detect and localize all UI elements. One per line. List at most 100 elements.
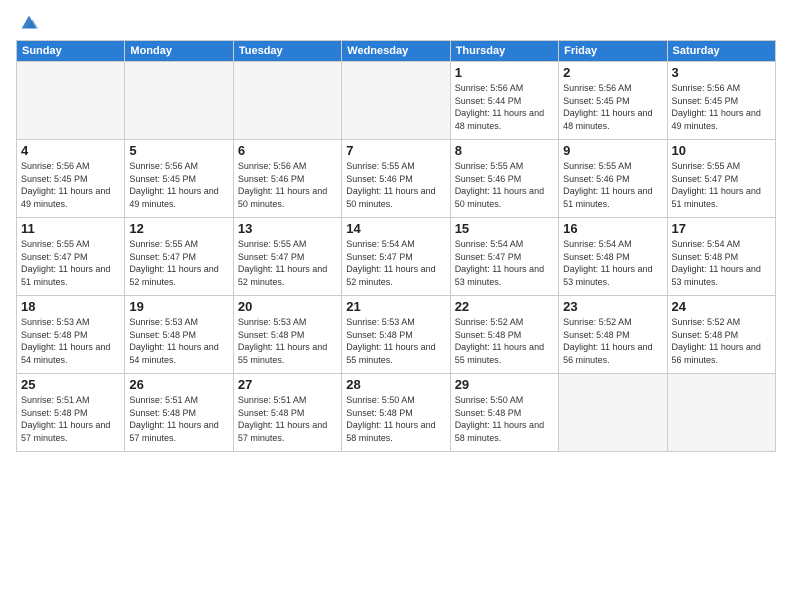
- day-number: 25: [21, 377, 120, 392]
- calendar-cell: 19 Sunrise: 5:53 AMSunset: 5:48 PMDayligh…: [125, 296, 233, 374]
- day-info: Sunrise: 5:52 AMSunset: 5:48 PMDaylight:…: [672, 316, 771, 366]
- day-info: Sunrise: 5:53 AMSunset: 5:48 PMDaylight:…: [238, 316, 337, 366]
- day-number: 14: [346, 221, 445, 236]
- day-info: Sunrise: 5:56 AMSunset: 5:45 PMDaylight:…: [129, 160, 228, 210]
- calendar-cell: 20 Sunrise: 5:53 AMSunset: 5:48 PMDayligh…: [233, 296, 341, 374]
- calendar-cell: 12Sunrise: 5:55 AMSunset: 5:47 PMDayligh…: [125, 218, 233, 296]
- day-number: 2: [563, 65, 662, 80]
- day-info: Sunrise: 5:55 AMSunset: 5:47 PMDaylight:…: [672, 160, 771, 210]
- day-info: Sunrise: 5:53 AMSunset: 5:48 PMDaylight:…: [129, 316, 228, 366]
- col-header-tuesday: Tuesday: [233, 41, 341, 62]
- calendar-cell: 11 Sunrise: 5:55 AMSunset: 5:47 PMDayligh…: [17, 218, 125, 296]
- calendar-cell: 6 Sunrise: 5:56 AMSunset: 5:46 PMDaylight…: [233, 140, 341, 218]
- calendar-table: SundayMondayTuesdayWednesdayThursdayFrid…: [16, 40, 776, 452]
- day-number: 24: [672, 299, 771, 314]
- day-info: Sunrise: 5:51 AMSunset: 5:48 PMDaylight:…: [21, 394, 120, 444]
- day-number: 12: [129, 221, 228, 236]
- day-number: 15: [455, 221, 554, 236]
- calendar-cell: 7 Sunrise: 5:55 AMSunset: 5:46 PMDaylight…: [342, 140, 450, 218]
- day-info: Sunrise: 5:52 AMSunset: 5:48 PMDaylight:…: [563, 316, 662, 366]
- col-header-saturday: Saturday: [667, 41, 775, 62]
- day-number: 18: [21, 299, 120, 314]
- calendar-cell: 27 Sunrise: 5:51 AMSunset: 5:48 PMDayligh…: [233, 374, 341, 452]
- day-number: 8: [455, 143, 554, 158]
- day-info: Sunrise: 5:54 AMSunset: 5:48 PMDaylight:…: [672, 238, 771, 288]
- day-info: Sunrise: 5:51 AMSunset: 5:48 PMDaylight:…: [238, 394, 337, 444]
- day-number: 13: [238, 221, 337, 236]
- day-info: Sunrise: 5:54 AMSunset: 5:47 PMDaylight:…: [455, 238, 554, 288]
- calendar-cell: 16 Sunrise: 5:54 AMSunset: 5:48 PMDayligh…: [559, 218, 667, 296]
- day-number: 4: [21, 143, 120, 158]
- logo-icon: [18, 12, 40, 34]
- col-header-thursday: Thursday: [450, 41, 558, 62]
- calendar-cell: 3 Sunrise: 5:56 AMSunset: 5:45 PMDaylight…: [667, 62, 775, 140]
- day-number: 29: [455, 377, 554, 392]
- day-info: Sunrise: 5:56 AMSunset: 5:44 PMDaylight:…: [455, 82, 554, 132]
- day-number: 7: [346, 143, 445, 158]
- day-number: 26: [129, 377, 228, 392]
- calendar-cell: 5 Sunrise: 5:56 AMSunset: 5:45 PMDaylight…: [125, 140, 233, 218]
- calendar-cell: 15 Sunrise: 5:54 AMSunset: 5:47 PMDayligh…: [450, 218, 558, 296]
- calendar-cell: 25 Sunrise: 5:51 AMSunset: 5:48 PMDayligh…: [17, 374, 125, 452]
- day-number: 19: [129, 299, 228, 314]
- day-number: 6: [238, 143, 337, 158]
- day-info: Sunrise: 5:56 AMSunset: 5:46 PMDaylight:…: [238, 160, 337, 210]
- day-info: Sunrise: 5:50 AMSunset: 5:48 PMDaylight:…: [455, 394, 554, 444]
- header: [16, 12, 776, 34]
- calendar-cell: [233, 62, 341, 140]
- day-info: Sunrise: 5:53 AMSunset: 5:48 PMDaylight:…: [346, 316, 445, 366]
- calendar-cell: 1 Sunrise: 5:56 AMSunset: 5:44 PMDaylight…: [450, 62, 558, 140]
- calendar-cell: 14 Sunrise: 5:54 AMSunset: 5:47 PMDayligh…: [342, 218, 450, 296]
- calendar-cell: 26Sunrise: 5:51 AMSunset: 5:48 PMDayligh…: [125, 374, 233, 452]
- day-info: Sunrise: 5:56 AMSunset: 5:45 PMDaylight:…: [21, 160, 120, 210]
- day-number: 5: [129, 143, 228, 158]
- calendar-cell: 22 Sunrise: 5:52 AMSunset: 5:48 PMDayligh…: [450, 296, 558, 374]
- day-number: 16: [563, 221, 662, 236]
- logo: [16, 12, 40, 34]
- day-info: Sunrise: 5:56 AMSunset: 5:45 PMDaylight:…: [563, 82, 662, 132]
- calendar-cell: 8 Sunrise: 5:55 AMSunset: 5:46 PMDaylight…: [450, 140, 558, 218]
- day-number: 23: [563, 299, 662, 314]
- day-number: 10: [672, 143, 771, 158]
- day-number: 28: [346, 377, 445, 392]
- calendar-cell: [342, 62, 450, 140]
- calendar-cell: 10 Sunrise: 5:55 AMSunset: 5:47 PMDayligh…: [667, 140, 775, 218]
- day-number: 20: [238, 299, 337, 314]
- day-number: 22: [455, 299, 554, 314]
- day-number: 17: [672, 221, 771, 236]
- day-number: 9: [563, 143, 662, 158]
- calendar-cell: [17, 62, 125, 140]
- day-info: Sunrise: 5:52 AMSunset: 5:48 PMDaylight:…: [455, 316, 554, 366]
- day-info: Sunrise: 5:54 AMSunset: 5:48 PMDaylight:…: [563, 238, 662, 288]
- calendar-cell: 23 Sunrise: 5:52 AMSunset: 5:48 PMDayligh…: [559, 296, 667, 374]
- day-info: Sunrise: 5:55 AMSunset: 5:47 PMDaylight:…: [238, 238, 337, 288]
- calendar-cell: 24 Sunrise: 5:52 AMSunset: 5:48 PMDayligh…: [667, 296, 775, 374]
- col-header-wednesday: Wednesday: [342, 41, 450, 62]
- day-info: Sunrise: 5:50 AMSunset: 5:48 PMDaylight:…: [346, 394, 445, 444]
- calendar-cell: 21 Sunrise: 5:53 AMSunset: 5:48 PMDayligh…: [342, 296, 450, 374]
- day-info: Sunrise: 5:55 AMSunset: 5:47 PMDaylight:…: [21, 238, 120, 288]
- calendar-cell: 2 Sunrise: 5:56 AMSunset: 5:45 PMDaylight…: [559, 62, 667, 140]
- calendar-cell: 18 Sunrise: 5:53 AMSunset: 5:48 PMDayligh…: [17, 296, 125, 374]
- calendar-cell: [667, 374, 775, 452]
- calendar-cell: 13 Sunrise: 5:55 AMSunset: 5:47 PMDayligh…: [233, 218, 341, 296]
- calendar-cell: 9 Sunrise: 5:55 AMSunset: 5:46 PMDaylight…: [559, 140, 667, 218]
- page: SundayMondayTuesdayWednesdayThursdayFrid…: [0, 0, 792, 612]
- day-info: Sunrise: 5:55 AMSunset: 5:46 PMDaylight:…: [563, 160, 662, 210]
- day-info: Sunrise: 5:54 AMSunset: 5:47 PMDaylight:…: [346, 238, 445, 288]
- calendar-cell: 28 Sunrise: 5:50 AMSunset: 5:48 PMDayligh…: [342, 374, 450, 452]
- day-number: 1: [455, 65, 554, 80]
- day-number: 27: [238, 377, 337, 392]
- calendar-cell: [559, 374, 667, 452]
- day-info: Sunrise: 5:53 AMSunset: 5:48 PMDaylight:…: [21, 316, 120, 366]
- col-header-monday: Monday: [125, 41, 233, 62]
- calendar-cell: [125, 62, 233, 140]
- day-info: Sunrise: 5:55 AMSunset: 5:46 PMDaylight:…: [346, 160, 445, 210]
- col-header-friday: Friday: [559, 41, 667, 62]
- day-number: 11: [21, 221, 120, 236]
- day-info: Sunrise: 5:56 AMSunset: 5:45 PMDaylight:…: [672, 82, 771, 132]
- calendar-cell: 4 Sunrise: 5:56 AMSunset: 5:45 PMDaylight…: [17, 140, 125, 218]
- day-number: 3: [672, 65, 771, 80]
- day-info: Sunrise: 5:55 AMSunset: 5:46 PMDaylight:…: [455, 160, 554, 210]
- day-number: 21: [346, 299, 445, 314]
